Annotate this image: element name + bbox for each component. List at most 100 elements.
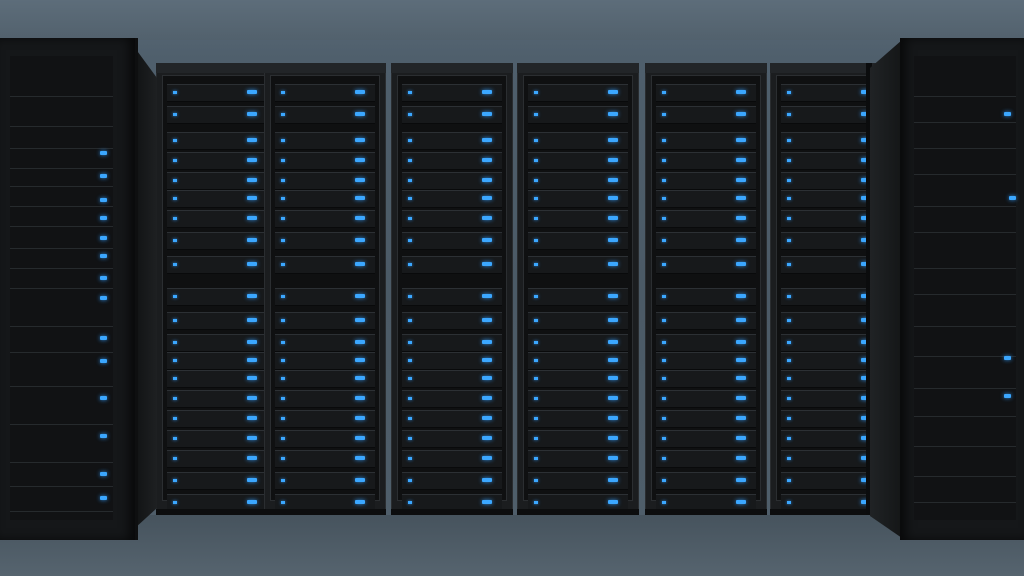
activity-led — [608, 478, 618, 482]
status-led — [787, 139, 791, 142]
activity-led — [355, 358, 365, 362]
server-unit — [167, 132, 267, 150]
activity-led — [482, 436, 492, 440]
server-unit — [275, 132, 375, 150]
activity-led — [355, 340, 365, 344]
activity-led — [355, 196, 365, 200]
status-led — [787, 113, 791, 116]
rack-slot-divider — [914, 294, 1016, 295]
status-led — [787, 159, 791, 162]
status-led — [787, 359, 791, 362]
activity-led — [736, 358, 746, 362]
activity-led — [608, 138, 618, 142]
activity-led — [482, 262, 492, 266]
server-unit — [656, 472, 756, 490]
server-unit — [528, 106, 628, 124]
rack-bay — [397, 75, 507, 512]
activity-led — [736, 178, 746, 182]
server-unit — [402, 256, 502, 274]
server-rack — [645, 63, 767, 515]
activity-led — [355, 396, 365, 400]
status-led — [534, 341, 538, 344]
status-led — [662, 319, 666, 322]
status-led — [408, 377, 412, 380]
rack-slot-divider — [10, 462, 113, 463]
rack-slot-divider — [10, 386, 113, 387]
activity-led — [736, 90, 746, 94]
status-led — [787, 437, 791, 440]
activity-led — [482, 216, 492, 220]
status-led — [173, 217, 177, 220]
rack-slot-divider — [10, 186, 113, 187]
server-unit — [656, 390, 756, 408]
activity-led — [608, 396, 618, 400]
activity-led — [482, 158, 492, 162]
activity-led — [355, 238, 365, 242]
rack-base — [264, 509, 386, 515]
status-led — [281, 239, 285, 242]
status-led — [662, 397, 666, 400]
server-unit — [167, 232, 267, 250]
rack-slot-divider — [914, 356, 1016, 357]
activity-led — [736, 376, 746, 380]
status-led — [100, 236, 107, 240]
server-unit — [402, 132, 502, 150]
status-led — [662, 501, 666, 504]
activity-led — [482, 138, 492, 142]
status-led — [173, 179, 177, 182]
server-unit — [656, 232, 756, 250]
status-led — [534, 295, 538, 298]
left-rack-side-panel — [135, 48, 157, 528]
server-unit — [275, 288, 375, 306]
status-led — [787, 417, 791, 420]
server-unit — [528, 390, 628, 408]
server-unit — [402, 410, 502, 428]
activity-led — [736, 478, 746, 482]
activity-led — [355, 138, 365, 142]
status-led — [787, 501, 791, 504]
status-led — [281, 263, 285, 266]
rack-slot-divider — [914, 446, 1016, 447]
status-led — [173, 437, 177, 440]
rack-top-panel — [391, 63, 513, 73]
status-led — [173, 457, 177, 460]
status-led — [100, 216, 107, 220]
activity-led — [608, 318, 618, 322]
status-led — [662, 295, 666, 298]
status-led — [662, 377, 666, 380]
server-unit — [528, 256, 628, 274]
activity-led — [608, 262, 618, 266]
status-led — [173, 239, 177, 242]
server-unit — [528, 352, 628, 370]
activity-led — [736, 318, 746, 322]
activity-led — [247, 416, 257, 420]
server-unit — [167, 210, 267, 228]
status-led — [100, 472, 107, 476]
right-rack-front — [914, 56, 1016, 520]
server-unit — [167, 190, 267, 208]
server-unit — [656, 352, 756, 370]
server-unit — [656, 84, 756, 102]
rack-top-panel — [517, 63, 639, 73]
status-led — [662, 113, 666, 116]
status-led — [787, 197, 791, 200]
status-led — [662, 263, 666, 266]
status-led — [281, 377, 285, 380]
rack-slot-divider — [914, 416, 1016, 417]
server-unit — [528, 472, 628, 490]
activity-led — [355, 318, 365, 322]
status-led — [173, 479, 177, 482]
server-room-scene — [0, 0, 1024, 576]
status-led — [787, 479, 791, 482]
status-led — [408, 437, 412, 440]
status-led — [534, 91, 538, 94]
server-rack — [391, 63, 513, 515]
activity-led — [482, 500, 492, 504]
ceiling — [0, 0, 1024, 40]
status-led — [408, 139, 412, 142]
server-unit — [275, 352, 375, 370]
server-unit — [275, 334, 375, 352]
server-unit — [402, 106, 502, 124]
status-led — [100, 336, 107, 340]
status-led — [173, 397, 177, 400]
